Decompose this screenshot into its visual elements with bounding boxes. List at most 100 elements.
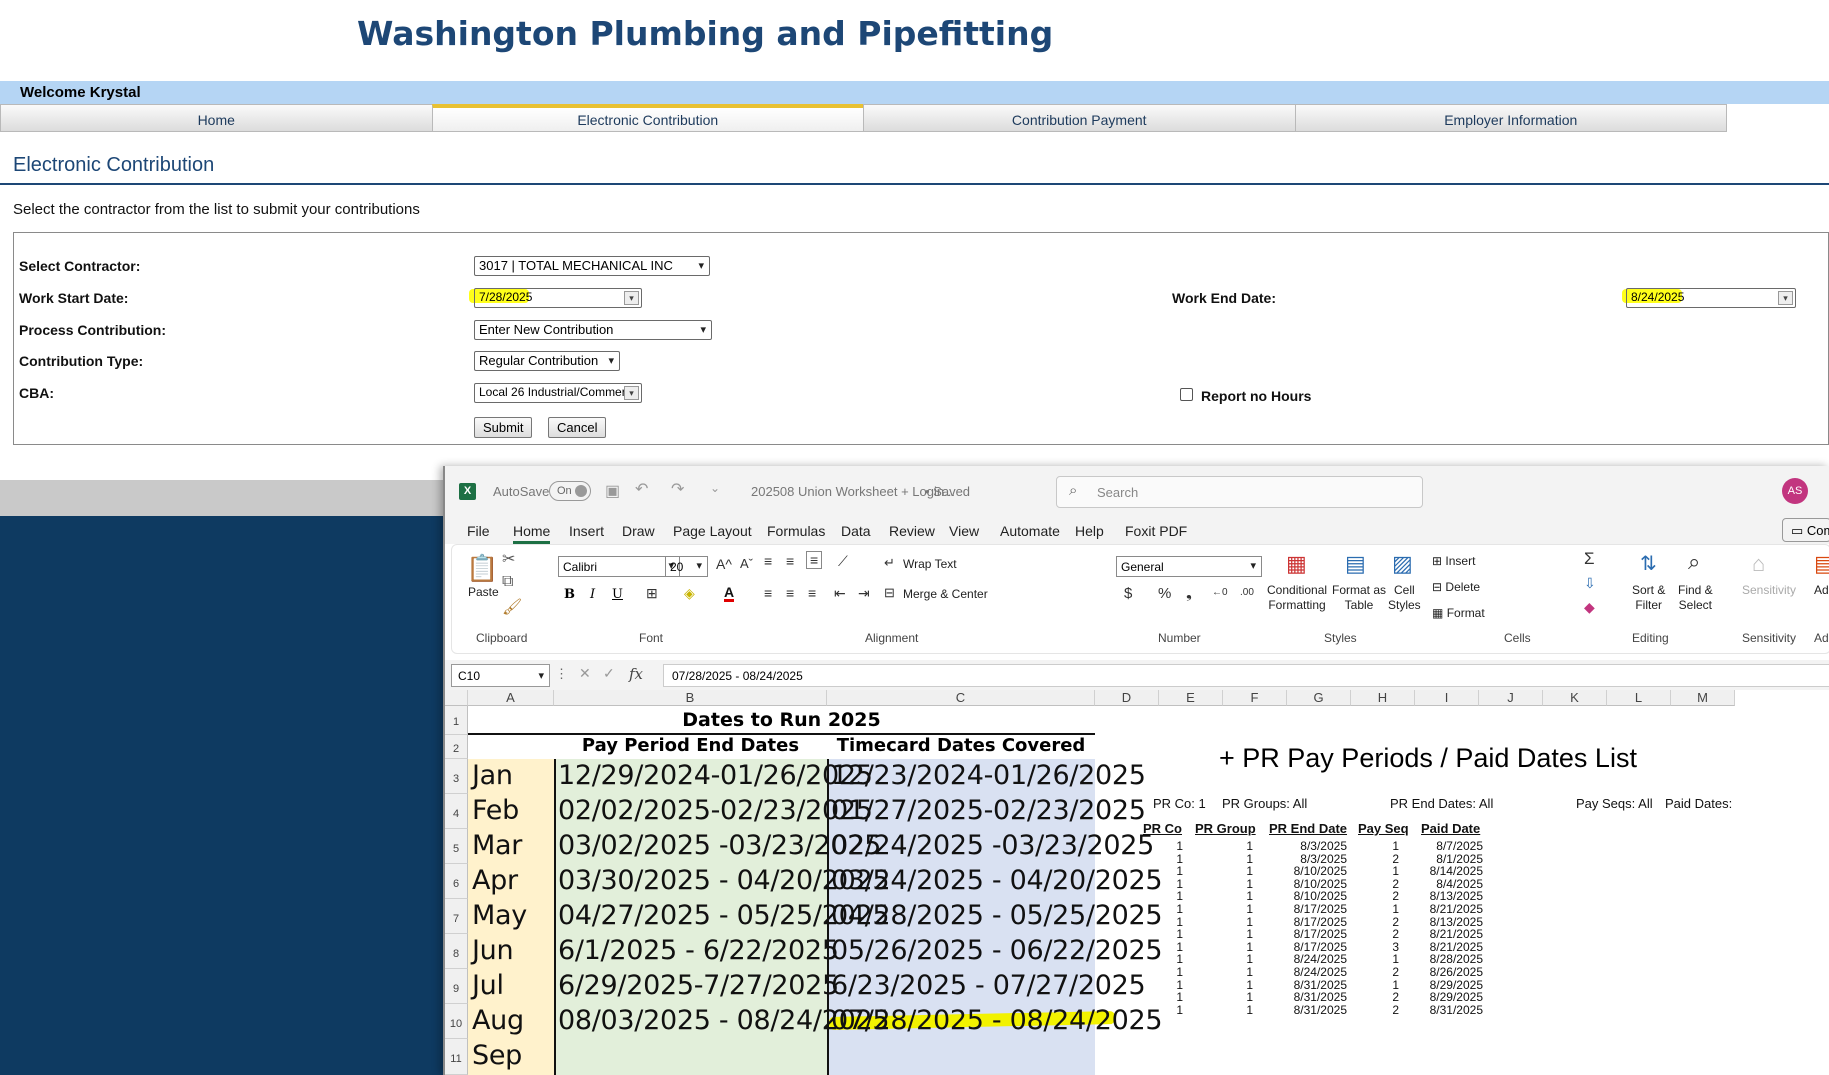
row-header[interactable]: 4 [445,794,468,829]
name-box[interactable]: C10 ▾ [451,664,550,687]
align-top-icon[interactable]: ≡ [764,553,772,569]
month-cell[interactable]: Jan [472,760,513,791]
increase-decimal-icon[interactable]: ←0 [1212,587,1228,598]
work-end-date-input[interactable]: 8/24/2025 ▾ [1626,288,1796,308]
cell-styles-icon[interactable]: ▨ [1392,551,1413,577]
decrease-indent-icon[interactable]: ⇤ [834,585,846,602]
merge-center-button[interactable]: Merge & Center [903,587,988,601]
add-ins-button[interactable]: Add [1814,583,1829,597]
tab-employer-information[interactable]: Employer Information [1294,104,1727,132]
column-header[interactable]: H [1351,690,1415,706]
fill-icon[interactable]: ⇩ [1584,575,1596,592]
contractor-select[interactable]: 3017 | TOTAL MECHANICAL INC ▾ [474,256,710,276]
format-painter-icon[interactable]: 🖌 [502,597,522,617]
sheet-title-cell[interactable]: Dates to Run 2025 [468,706,1095,735]
font-name-box[interactable]: Calibri ▾ [558,556,680,577]
clear-icon[interactable]: ◆ [1584,599,1595,616]
timecard-cell[interactable]: 01/27/2025-02/23/2025 [831,795,1146,826]
align-right-icon[interactable]: ≡ [808,585,816,601]
column-header[interactable]: B [554,690,827,706]
font-size-box[interactable]: 20 ▾ [665,556,708,577]
column-header[interactable]: I [1415,690,1479,706]
month-cell[interactable]: Jul [472,970,504,1001]
comments-button[interactable]: ▭ Com [1782,518,1829,542]
align-left-icon[interactable]: ≡ [764,585,772,601]
contribution-type-select[interactable]: Regular Contribution ▾ [474,351,620,371]
row-header[interactable]: 9 [445,969,468,1004]
underline-icon[interactable]: U [612,587,623,602]
row-header[interactable]: 3 [445,759,468,794]
menu-view[interactable]: View [949,523,979,539]
row-header[interactable]: 2 [445,735,468,759]
column-header[interactable]: J [1479,690,1543,706]
paste-icon[interactable]: 📋 [466,553,498,584]
process-select[interactable]: Enter New Contribution ▾ [474,320,712,340]
sort-filter-icon[interactable]: ⇅ [1640,551,1657,576]
tab-home[interactable]: Home [0,104,433,132]
more-options-icon[interactable]: ⋮ [555,666,568,682]
decrease-decimal-icon[interactable]: .00 [1240,587,1254,598]
menu-data[interactable]: Data [841,523,871,539]
align-middle-icon[interactable]: ≡ [786,553,794,569]
column-header[interactable]: L [1607,690,1671,706]
pay-period-cell[interactable]: 02/02/2025-02/23/2025 [558,795,873,826]
month-cell[interactable]: Sep [472,1040,522,1071]
pr-report-image[interactable]: + PR Pay Periods / Paid Dates List PR Co… [1135,726,1815,1066]
currency-icon[interactable]: $ [1124,585,1132,602]
column-header[interactable]: M [1671,690,1735,706]
wrap-text-button[interactable]: Wrap Text [903,557,957,571]
select-all-corner[interactable] [445,690,468,706]
italic-icon[interactable]: I [590,587,595,602]
row-header[interactable]: 8 [445,934,468,969]
format-cells-button[interactable]: ▦ Format [1432,606,1485,620]
menu-file[interactable]: File [467,523,490,539]
insert-cells-button[interactable]: ⊞ Insert [1432,554,1475,568]
cell-styles-button[interactable]: Cell Styles [1388,583,1421,613]
increase-indent-icon[interactable]: ⇥ [858,585,870,602]
row-header[interactable]: 11 [445,1039,468,1075]
align-bottom-icon[interactable]: ≡ [806,551,823,569]
month-cell[interactable]: Jun [472,935,514,966]
month-cell[interactable]: Feb [472,795,519,826]
tab-electronic-contribution[interactable]: Electronic Contribution [431,104,864,132]
menu-insert[interactable]: Insert [569,523,604,539]
formula-input[interactable]: 07/28/2025 - 08/24/2025 [663,664,1829,687]
undo-icon[interactable]: ↶ [635,479,648,499]
copy-icon[interactable]: ⧉ [502,573,513,591]
tab-contribution-payment[interactable]: Contribution Payment [863,104,1296,132]
menu-page-layout[interactable]: Page Layout [673,523,752,539]
header-timecard[interactable]: Timecard Dates Covered [827,735,1095,759]
menu-help[interactable]: Help [1075,523,1104,539]
saved-status[interactable]: • Saved [925,484,970,499]
cut-icon[interactable]: ✂ [502,549,515,569]
column-header[interactable]: G [1287,690,1351,706]
wrap-text-icon[interactable]: ↵ [884,555,895,571]
percent-icon[interactable]: % [1158,585,1171,602]
delete-cells-button[interactable]: ⊟ Delete [1432,580,1480,594]
timecard-cell[interactable]: 6/23/2025 - 07/27/2025 [831,970,1146,1001]
insert-function-icon[interactable]: fx [629,665,643,683]
timecard-cell[interactable]: 02/24/2025 -03/23/2025 [831,830,1154,861]
sensitivity-button[interactable]: Sensitivity [1742,583,1796,597]
sensitivity-icon[interactable]: ⌂ [1752,551,1765,577]
chevron-down-icon[interactable]: ▾ [624,291,639,305]
find-select-icon[interactable]: ⌕ [1688,549,1700,575]
menu-review[interactable]: Review [889,523,935,539]
menu-foxit-pdf[interactable]: Foxit PDF [1125,523,1187,539]
format-as-table-button[interactable]: Format as Table [1332,583,1386,613]
orientation-icon[interactable]: ⟋ [838,553,848,570]
comma-style-icon[interactable]: ❟ [1186,585,1192,602]
work-start-date-input[interactable]: 7/28/2025 ▾ [474,288,642,308]
header-pay-period[interactable]: Pay Period End Dates [554,735,827,759]
chevron-down-icon[interactable]: ▾ [1778,291,1793,305]
chevron-down-icon[interactable]: ▾ [624,386,639,400]
confirm-entry-icon[interactable]: ✓ [603,665,615,682]
grow-font-icon[interactable]: A^ [716,556,732,572]
timecard-cell[interactable]: 03/24/2025 - 04/20/2025 [831,865,1163,896]
report-no-hours-checkbox[interactable] [1180,388,1193,401]
shrink-font-icon[interactable]: Aˇ [740,556,753,571]
row-header[interactable]: 10 [445,1004,468,1039]
autosum-icon[interactable]: Σ [1584,549,1595,569]
paste-label[interactable]: Paste [468,585,499,599]
column-header[interactable]: E [1159,690,1223,706]
